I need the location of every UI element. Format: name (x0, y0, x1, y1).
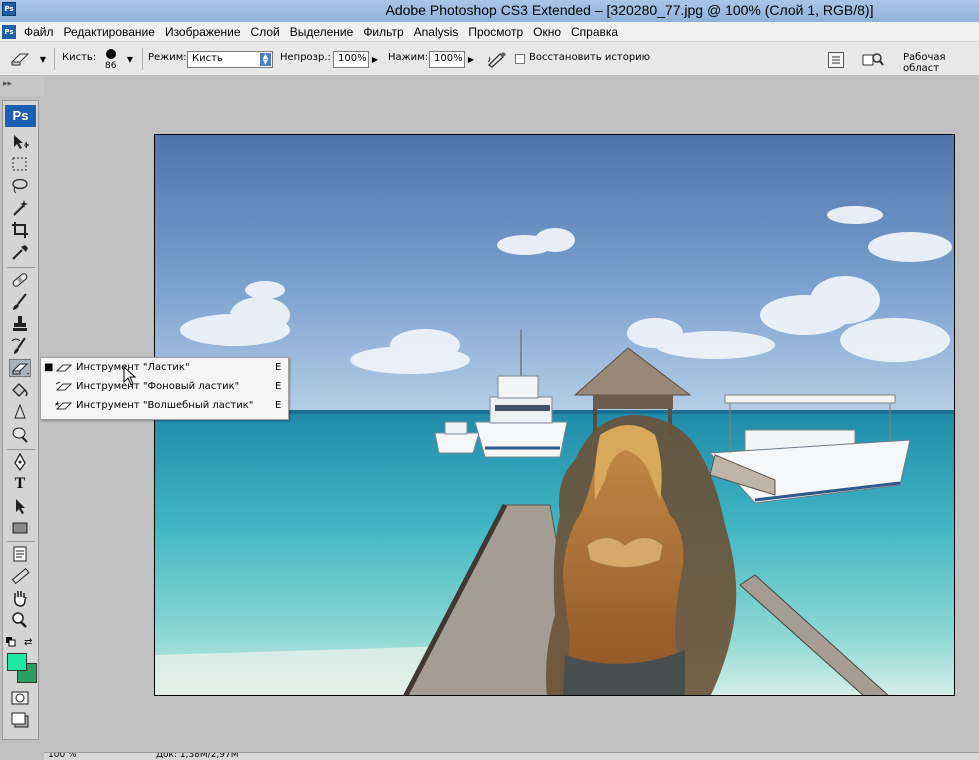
move-tool-icon[interactable] (9, 133, 31, 151)
shortcut-key: E (275, 381, 282, 392)
menu-help[interactable]: Справка (567, 24, 624, 40)
restore-history-label: Восстановить историю (529, 52, 651, 63)
dodge-tool-icon[interactable] (9, 425, 31, 443)
shortcut-key: E (275, 400, 282, 411)
brush-size: 86 (105, 61, 117, 71)
default-colors-icon[interactable] (6, 637, 16, 647)
eraser-tools-flyout: ■ Инструмент "Ластик" E Инструмент "Фоно… (40, 357, 289, 420)
magic-wand-tool-icon[interactable] (9, 199, 31, 217)
tools-divider (7, 541, 35, 542)
mode-select[interactable]: Кисть ▲ ▼ (187, 51, 273, 68)
tools-divider (7, 449, 35, 450)
menu-view[interactable]: Просмотр (464, 24, 529, 40)
notes-tool-icon[interactable] (9, 545, 31, 563)
opacity-value: 100% (338, 53, 367, 64)
menu-file[interactable]: Файл (20, 24, 60, 40)
zoom-level[interactable]: 100 % (48, 753, 77, 760)
selected-indicator: ■ (44, 362, 54, 373)
eyedropper-tool-icon[interactable] (9, 243, 31, 261)
status-bar: 100 % Док: 1,38M/2,97M (44, 752, 979, 760)
background-eraser-icon (55, 381, 73, 391)
magic-eraser-icon (55, 401, 73, 410)
menu-window[interactable]: Окно (529, 24, 567, 40)
doc-size: Док: 1,38M/2,97M (156, 752, 239, 760)
foreground-color-swatch[interactable] (7, 653, 27, 671)
menu-layer[interactable]: Слой (247, 24, 286, 40)
shortcut-key: E (275, 362, 282, 373)
quick-mask-icon[interactable] (9, 689, 31, 707)
menu-item-eraser[interactable]: ■ Инструмент "Ластик" E (41, 358, 288, 377)
flow-slider-arrow[interactable]: ▶ (464, 52, 478, 67)
divider (54, 48, 55, 70)
menu-item-label: Инструмент "Волшебный ластик" (76, 400, 254, 411)
ruler-tool-icon[interactable] (9, 567, 31, 585)
history-brush-tool-icon[interactable] (9, 337, 31, 355)
preset-dropdown-arrow[interactable]: ▼ (36, 52, 50, 67)
eraser-tool-icon[interactable] (9, 359, 31, 377)
path-selection-tool-icon[interactable] (9, 497, 31, 515)
menu-item-background-eraser[interactable]: Инструмент "Фоновый ластик" E (41, 377, 288, 396)
select-arrows-icon: ▲ ▼ (260, 53, 271, 66)
screen-mode-icon[interactable] (9, 711, 31, 729)
divider (142, 48, 143, 70)
blur-tool-icon[interactable] (9, 403, 31, 421)
marquee-tool-icon[interactable] (9, 155, 31, 173)
menu-analysis[interactable]: Analysis (410, 24, 465, 40)
flow-label: Нажим: (388, 52, 429, 63)
workspace-label[interactable]: Рабочая област (903, 52, 979, 74)
pen-tool-icon[interactable] (9, 452, 31, 472)
flow-value: 100% (434, 53, 463, 64)
collapse-arrows-icon[interactable]: ▸▸ (3, 79, 12, 89)
brush-label: Кисть: (62, 52, 97, 63)
restore-history-checkbox[interactable] (515, 54, 525, 64)
flow-field[interactable]: 100% (429, 51, 465, 68)
zoom-tool-icon[interactable] (9, 611, 31, 629)
opacity-field[interactable]: 100% (333, 51, 369, 68)
swap-colors-icon[interactable]: ⇄ (24, 637, 36, 649)
hand-tool-icon[interactable] (9, 589, 31, 607)
tools-panel-header[interactable]: ▸▸ (0, 76, 44, 96)
window-title: Adobe Photoshop CS3 Extended – [320280_7… (385, 2, 874, 18)
brush-tool-icon[interactable] (9, 293, 31, 311)
palette-well-icon[interactable] (828, 52, 844, 68)
tools-divider (7, 267, 35, 268)
mode-value: Кисть (192, 53, 223, 64)
rectangle-tool-icon[interactable] (9, 519, 31, 537)
mouse-cursor-icon (123, 366, 137, 386)
eraser-icon (55, 364, 73, 372)
title-bar: Ps Adobe Photoshop CS3 Extended – [32028… (0, 0, 979, 22)
crop-tool-icon[interactable] (9, 221, 31, 239)
type-tool-icon[interactable]: T (9, 475, 31, 493)
paint-bucket-tool-icon[interactable] (9, 381, 31, 399)
eraser-preset-icon[interactable] (8, 50, 34, 68)
opacity-label: Непрозр.: (280, 52, 331, 63)
photoshop-logo[interactable]: Ps (5, 105, 36, 127)
menu-item-magic-eraser[interactable]: Инструмент "Волшебный ластик" E (41, 396, 288, 415)
menu-select[interactable]: Выделение (286, 24, 360, 40)
options-bar: ▼ Кисть: 86 ▼ Режим: Кисть ▲ ▼ Непрозр.: … (0, 42, 979, 76)
zoom-workspace-icon[interactable] (862, 51, 884, 69)
lasso-tool-icon[interactable] (9, 177, 31, 195)
menu-item-label: Инструмент "Фоновый ластик" (76, 381, 240, 392)
healing-brush-tool-icon[interactable] (9, 271, 31, 289)
airbrush-icon[interactable] (486, 50, 508, 68)
tools-panel: Ps T ⇄ (2, 100, 39, 740)
menu-image[interactable]: Изображение (161, 24, 247, 40)
brush-dropdown-arrow[interactable]: ▼ (123, 52, 137, 67)
menu-bar: Ps Файл Редактирование Изображение Слой … (0, 22, 979, 42)
mode-label: Режим: (148, 52, 187, 63)
opacity-slider-arrow[interactable]: ▶ (368, 52, 382, 67)
document-icon[interactable]: Ps (2, 25, 16, 39)
menu-filter[interactable]: Фильтр (359, 24, 409, 40)
clone-stamp-tool-icon[interactable] (9, 315, 31, 333)
brush-preview[interactable] (106, 49, 116, 59)
menu-edit[interactable]: Редактирование (60, 24, 161, 40)
